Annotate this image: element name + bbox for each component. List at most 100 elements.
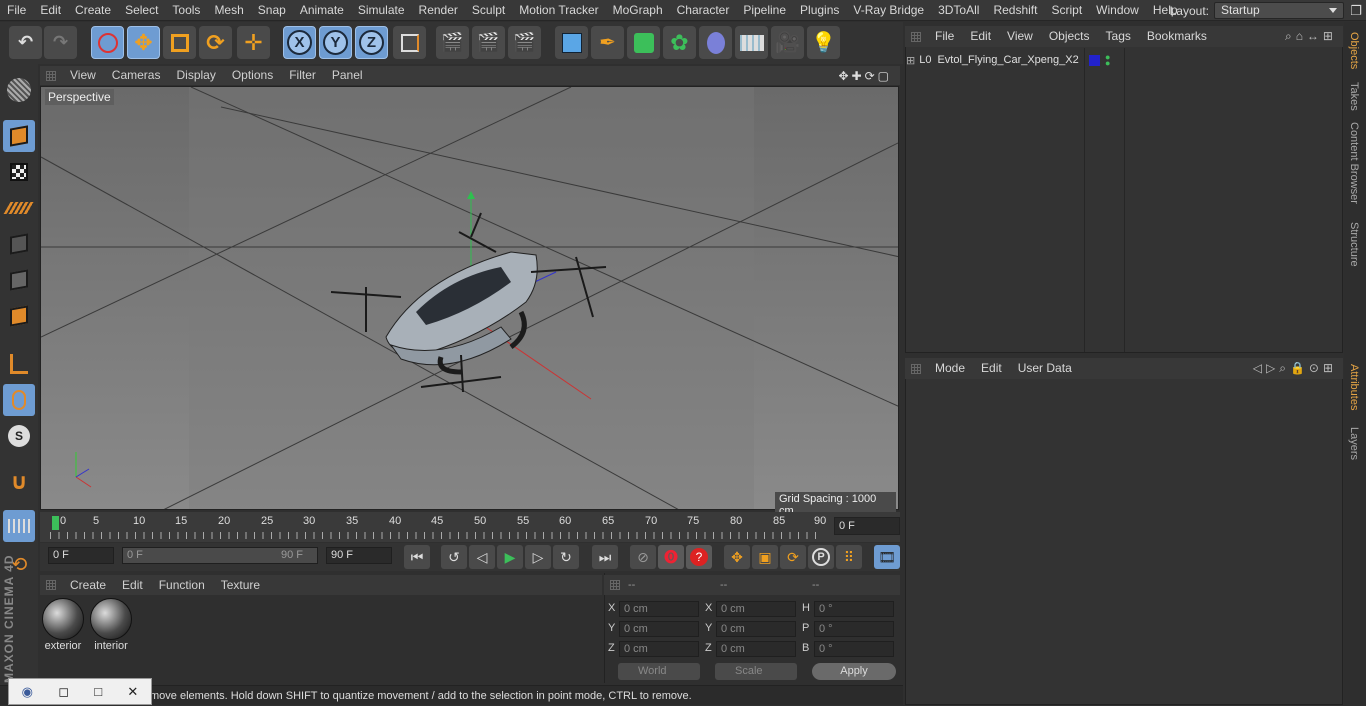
viewport-menu-options[interactable]: Options [224,66,281,85]
rot-h-field[interactable]: 0 ° [814,601,894,617]
menu-file[interactable]: File [0,0,33,21]
menu-vray-bridge[interactable]: V-Ray Bridge [846,0,931,21]
tab-attributes[interactable]: Attributes [1348,364,1360,410]
texture-mode-button[interactable] [3,156,35,188]
size-y-field[interactable]: 0 cm [716,621,796,637]
window-restore-icon[interactable]: ❐ [1346,0,1366,21]
menu-character[interactable]: Character [670,0,737,21]
menu-edit[interactable]: Edit [33,0,68,21]
material-menu-texture[interactable]: Texture [213,575,268,595]
z-axis-button[interactable]: Z [355,26,388,59]
menu-animate[interactable]: Animate [293,0,351,21]
autokey-button[interactable]: ⓿ [658,545,684,569]
object-menu-tags[interactable]: Tags [1098,26,1139,47]
start-frame-field[interactable]: 0 F [48,547,114,564]
object-menu-bookmarks[interactable]: Bookmarks [1139,26,1215,47]
attribute-menu-mode[interactable]: Mode [927,358,973,379]
viewport-menu-view[interactable]: View [62,66,104,85]
menu-sculpt[interactable]: Sculpt [465,0,512,21]
menu-pipeline[interactable]: Pipeline [736,0,793,21]
menu-redshift[interactable]: Redshift [986,0,1044,21]
menu-mograph[interactable]: MoGraph [606,0,670,21]
menu-motion-tracker[interactable]: Motion Tracker [512,0,605,21]
visibility-dots-icon[interactable]: ● ● [1105,53,1110,68]
3d-viewport[interactable] [40,86,899,510]
tab-content-browser[interactable]: Content Browser [1348,122,1360,204]
render-view-button[interactable]: 🎬 [436,26,469,59]
size-x-field[interactable]: 0 cm [716,601,796,617]
menu-mesh[interactable]: Mesh [207,0,250,21]
viewport-menu-display[interactable]: Display [168,66,223,85]
transform-button[interactable]: ✛ [237,26,270,59]
end-frame-field[interactable]: 90 F [326,547,392,564]
object-menu-edit[interactable]: Edit [962,26,999,47]
coordinate-system-button[interactable] [393,26,426,59]
cloner-button[interactable]: ✿ [663,26,696,59]
material-menu-create[interactable]: Create [62,575,114,595]
size-z-field[interactable]: 0 cm [716,641,796,657]
object-menu-objects[interactable]: Objects [1041,26,1098,47]
key-parameter-button[interactable]: P [808,545,834,569]
rot-p-field[interactable]: 0 ° [814,621,894,637]
frame-range-slider[interactable]: 0 F 90 F [122,547,318,564]
move-button[interactable]: ✥ [127,26,160,59]
menu-select[interactable]: Select [118,0,165,21]
layout-dropdown[interactable]: Startup [1214,2,1344,19]
maximize-window-icon[interactable]: □ [94,684,102,699]
go-to-start-button[interactable]: ⏮ [404,545,430,569]
pos-x-field[interactable]: 0 cm [619,601,699,617]
y-axis-button[interactable]: Y [319,26,352,59]
timeline-button[interactable]: 🎞 [874,545,900,569]
attribute-menu-user-data[interactable]: User Data [1010,358,1080,379]
camera-button[interactable]: 🎥 [771,26,804,59]
tweak-mode-button[interactable] [3,384,35,416]
prev-key-button[interactable]: ↺ [441,545,467,569]
prev-frame-button[interactable]: ◁ [469,545,495,569]
edges-mode-button[interactable] [3,264,35,296]
go-to-end-button[interactable]: ⏭ [592,545,618,569]
menu-plugins[interactable]: Plugins [793,0,846,21]
deformer-button[interactable] [699,26,732,59]
workplane-button[interactable] [3,192,35,224]
undo-button[interactable]: ↶ [9,26,42,59]
material-menu-function[interactable]: Function [151,575,213,595]
object-menu-file[interactable]: File [927,26,962,47]
close-window-icon[interactable]: ✕ [127,684,138,700]
record-keys-button[interactable]: ⊘ [630,545,656,569]
locked-workplane-button[interactable] [3,510,35,542]
layer-color-icon[interactable] [1089,55,1100,66]
rot-b-field[interactable]: 0 ° [814,641,894,657]
menu-simulate[interactable]: Simulate [351,0,412,21]
menu-create[interactable]: Create [68,0,118,21]
axis-mode-button[interactable] [3,348,35,380]
key-pla-button[interactable]: ⠿ [836,545,862,569]
restore-window-icon[interactable]: ◻ [58,684,69,700]
object-row[interactable]: ⊞ L0 Evtol_Flying_Car_Xpeng_X2 [906,51,1079,69]
rotate-button[interactable]: ⟳ [199,26,232,59]
redo-button[interactable]: ↷ [44,26,77,59]
model-mode-button[interactable] [3,120,35,152]
pos-y-field[interactable]: 0 cm [619,621,699,637]
snap-button[interactable]: ∪ [3,466,35,498]
tab-objects[interactable]: Objects [1348,32,1360,69]
render-picture-viewer-button[interactable]: 🎬 [472,26,505,59]
attribute-menu-edit[interactable]: Edit [973,358,1010,379]
cube-object-button[interactable] [555,26,588,59]
scale-button[interactable] [163,26,196,59]
menu-3dtoall[interactable]: 3DToAll [931,0,986,21]
keyframe-selection-button[interactable]: ? [686,545,712,569]
current-frame-field[interactable]: 0 F [834,517,900,535]
x-axis-button[interactable]: X [283,26,316,59]
light-button[interactable]: 💡 [807,26,840,59]
apply-button[interactable]: Apply [812,663,896,680]
polygons-mode-button[interactable] [3,300,35,332]
pos-z-field[interactable]: 0 cm [619,641,699,657]
viewport-nav-icons[interactable]: ✥✚⟳▢ [838,69,892,83]
material-exterior[interactable]: exterior [41,598,85,654]
viewport-menu-panel[interactable]: Panel [324,66,371,85]
menu-script[interactable]: Script [1044,0,1089,21]
key-rotation-button[interactable]: ⟳ [780,545,806,569]
menu-tools[interactable]: Tools [165,0,207,21]
viewport-menu-cameras[interactable]: Cameras [104,66,169,85]
make-editable-button[interactable] [3,74,35,106]
